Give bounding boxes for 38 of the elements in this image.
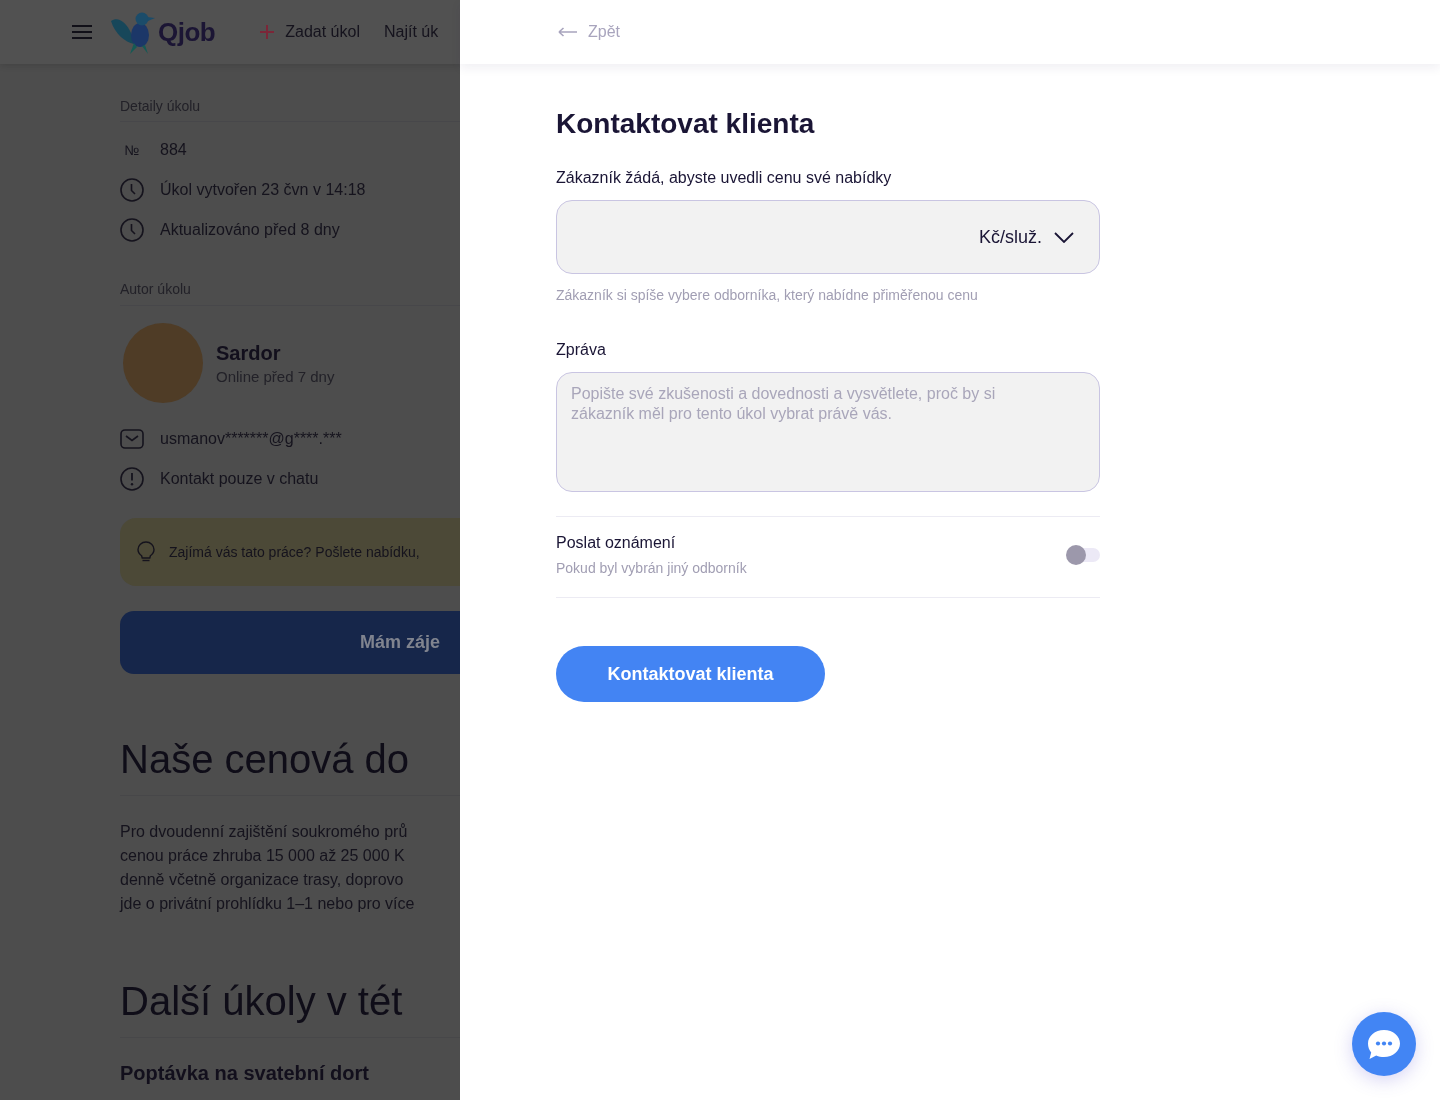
field-label: Zpráva [556, 340, 607, 360]
lightbulb-icon [137, 541, 155, 563]
exclamation-circle-icon [120, 467, 144, 491]
clock-icon [120, 178, 144, 202]
clock-icon [120, 218, 144, 242]
plus-icon [260, 25, 275, 39]
section-heading: Naše cenová do [120, 736, 410, 783]
detail-text: Aktualizováno před 8 dny [160, 220, 340, 240]
field-label: Zákazník žádá, abyste uvedli cenu své nabídky [556, 168, 893, 188]
unit-dropdown[interactable]: Kč/služ. [978, 225, 1074, 249]
back-arrow-icon [558, 27, 578, 37]
hint-text: Zákazník si spíše vybere odborníka, který nabídne přiměřenou cenu [556, 286, 979, 305]
price-input[interactable]: Kč/služ. [556, 200, 1100, 274]
back-link[interactable]: Zpět [558, 20, 620, 44]
task-title[interactable]: Poptávka na svatební dort [120, 1059, 369, 1087]
notification-title: Poslat oznámení [556, 533, 677, 553]
notification-toggle[interactable] [1066, 544, 1100, 565]
description-text: Pro dvoudenní zajištění soukromého prů cenou práce zhruba 15 000 až 25 000 K denně včetně organizace trasy, doprovo jde o privátní prohlídku 1–1 nebo pro více [120, 822, 416, 914]
chat-bubble-icon [1367, 1028, 1401, 1060]
notification-subtitle: Pokud byl vybrán jiný odborník [556, 559, 747, 578]
contact-text: usmanov*******@g****.*** [160, 429, 342, 449]
author-name: Sardor [216, 341, 282, 366]
nav-link[interactable]: Najít úk [383, 20, 439, 44]
detail-text: Úkol vytvořen 23 čvn v 14:18 [160, 179, 366, 200]
home-logo[interactable]: Qjob [110, 9, 216, 55]
menu-button[interactable] [72, 25, 92, 39]
contact-text: Kontakt pouze v chatu [160, 469, 319, 489]
number-sign: № [123, 140, 141, 160]
detail-text: 884 [160, 140, 187, 160]
message-field[interactable]: Popište své zkušenosti a dovednosti a vysvětlete, proč by si zákazník měl pro tento úkol vybrat právě vás. [556, 372, 1100, 492]
menu-icon [72, 25, 92, 39]
chevron-down-icon [1054, 231, 1074, 243]
contact-client-button[interactable]: Kontaktovat klienta [556, 646, 825, 702]
panel-title: Kontaktovat klienta [556, 107, 816, 141]
section-heading: Další úkoly v tét [120, 978, 403, 1025]
nav-link[interactable]: Zadat úkol [260, 20, 360, 44]
envelope-icon [120, 429, 144, 449]
interest-button[interactable]: Mám záje [120, 611, 460, 674]
